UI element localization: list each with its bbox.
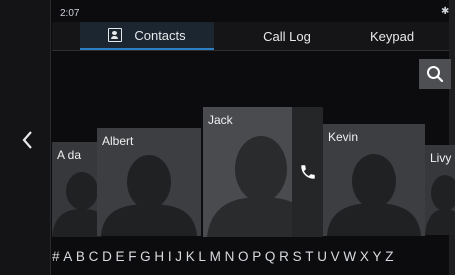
alphabet-letter-h[interactable]: H xyxy=(154,249,165,264)
phone-contacts-screen: 2:07 ✱ Contacts Call Log Keypad A da Alb… xyxy=(0,0,455,275)
search-icon xyxy=(427,66,444,83)
alphabet-letter-r[interactable]: R xyxy=(279,249,290,264)
chevron-left-icon[interactable] xyxy=(18,130,38,150)
tab-keypad-label: Keypad xyxy=(369,28,415,44)
alphabet-letter-x[interactable]: X xyxy=(360,249,370,264)
avatar-silhouette-icon xyxy=(207,136,298,237)
alphabet-letter-l[interactable]: L xyxy=(198,249,206,264)
contacts-icon xyxy=(108,28,123,42)
contact-name: Livy xyxy=(430,151,452,165)
contact-card-kevin[interactable]: Kevin xyxy=(323,124,425,236)
alphabet-letter-g[interactable]: G xyxy=(140,249,151,264)
alphabet-letter-m[interactable]: M xyxy=(210,249,222,264)
tab-keypad[interactable]: Keypad xyxy=(352,22,432,50)
alphabet-letter-hash[interactable]: # xyxy=(52,249,60,264)
alphabet-letter-y[interactable]: Y xyxy=(373,249,383,264)
contact-card-albert[interactable]: Albert xyxy=(97,128,201,236)
alphabet-letter-v[interactable]: V xyxy=(331,249,341,264)
contact-name: Jack xyxy=(208,113,233,127)
alphabet-letter-o[interactable]: O xyxy=(238,249,249,264)
tab-contacts[interactable]: Contacts xyxy=(80,22,214,50)
alphabet-letter-d[interactable]: D xyxy=(102,249,113,264)
tab-call-log[interactable]: Call Log xyxy=(232,22,342,50)
tab-bar: Contacts Call Log Keypad xyxy=(52,22,449,51)
alphabet-index-letters: # A B C D E F G H I J K L M N O P Q R S T U V W X Y Z xyxy=(52,249,397,264)
alphabet-letter-f[interactable]: F xyxy=(128,249,137,264)
alphabet-letter-q[interactable]: Q xyxy=(265,249,276,264)
contact-name: Albert xyxy=(102,134,134,148)
contact-name: A da xyxy=(57,148,82,162)
alphabet-letter-b[interactable]: B xyxy=(76,249,86,264)
avatar-silhouette-icon xyxy=(327,154,421,236)
alphabet-letter-u[interactable]: U xyxy=(317,249,328,264)
alphabet-letter-z[interactable]: Z xyxy=(385,249,394,264)
alphabet-letter-k[interactable]: K xyxy=(186,249,196,264)
alphabet-letter-j[interactable]: J xyxy=(175,249,183,264)
tab-contacts-label: Contacts xyxy=(134,27,186,43)
alphabet-index[interactable]: # A B C D E F G H I J K L M N O P Q R S T U V W X Y Z xyxy=(52,249,452,264)
alphabet-letter-a[interactable]: A xyxy=(63,249,73,264)
tab-call-log-label: Call Log xyxy=(263,28,311,44)
alphabet-letter-e[interactable]: E xyxy=(116,249,126,264)
alphabet-letter-c[interactable]: C xyxy=(89,249,100,264)
contact-card-ada[interactable]: A da xyxy=(52,142,102,237)
alphabet-letter-w[interactable]: W xyxy=(343,249,357,264)
contact-name: Kevin xyxy=(328,130,359,144)
alphabet-letter-t[interactable]: T xyxy=(305,249,314,264)
status-time: 2:07 xyxy=(60,8,80,19)
alphabet-letter-p[interactable]: P xyxy=(252,249,262,264)
alphabet-letter-s[interactable]: S xyxy=(293,249,303,264)
call-button[interactable] xyxy=(292,107,323,237)
contact-card-livy[interactable]: Livy xyxy=(425,145,455,235)
avatar-silhouette-icon xyxy=(52,172,102,237)
avatar-silhouette-icon xyxy=(101,155,197,236)
search-button[interactable] xyxy=(419,59,451,89)
alphabet-letter-i[interactable]: I xyxy=(168,249,173,264)
bluetooth-icon: ✱ xyxy=(441,6,450,17)
alphabet-letter-n[interactable]: N xyxy=(225,249,236,264)
avatar-silhouette-icon xyxy=(425,175,455,235)
phone-icon xyxy=(300,165,315,179)
